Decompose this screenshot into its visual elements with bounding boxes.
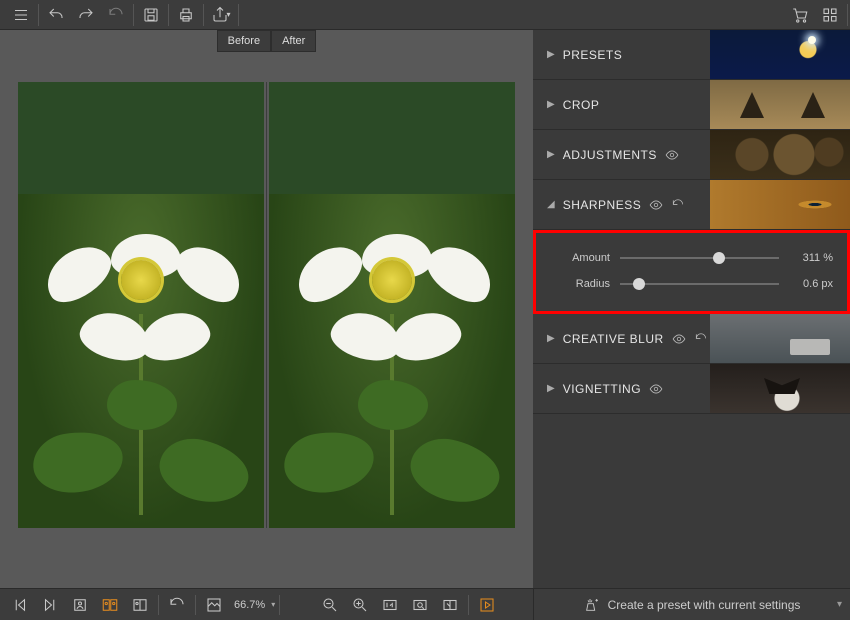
amount-value: 311 %: [779, 252, 833, 264]
zoom-value[interactable]: 66.7%: [230, 599, 269, 611]
canvas-area: Before After: [0, 30, 533, 588]
menu-icon[interactable]: [6, 0, 36, 30]
disclosure-icon: ▶: [547, 333, 555, 344]
disclosure-icon: ▶: [547, 49, 555, 60]
radius-slider[interactable]: [620, 277, 779, 291]
visibility-icon[interactable]: [665, 147, 679, 162]
print-icon[interactable]: [171, 0, 201, 30]
cart-icon[interactable]: [785, 0, 815, 30]
radius-value: 0.6 px: [779, 278, 833, 290]
visibility-icon[interactable]: [649, 381, 663, 396]
zoom-in-icon[interactable]: [346, 591, 374, 619]
panel-adjust[interactable]: ▶ ADJUSTMENTS: [533, 130, 850, 180]
before-view[interactable]: [18, 82, 264, 528]
disclosure-icon: ▶: [547, 149, 555, 160]
panel-crop[interactable]: ▶ CROP: [533, 80, 850, 130]
visibility-icon[interactable]: [672, 331, 686, 346]
zoom-fit-icon[interactable]: [406, 591, 434, 619]
amount-slider[interactable]: [620, 251, 779, 265]
share-icon[interactable]: ▾: [206, 0, 236, 30]
panel-label: ADJUSTMENTS: [563, 148, 657, 162]
reset-panel-icon[interactable]: [694, 331, 708, 346]
disclosure-icon: ▶: [547, 99, 555, 110]
panel-creative[interactable]: ▶ CREATIVE BLUR: [533, 314, 850, 364]
panel-label: CROP: [563, 98, 600, 112]
disclosure-icon: ◢: [547, 199, 555, 210]
panel-label: CREATIVE BLUR: [563, 332, 664, 346]
visibility-icon[interactable]: [649, 197, 663, 212]
panel-thumbnail: [710, 30, 850, 79]
panel-sharpness[interactable]: ◢ SHARPNESS: [533, 180, 850, 230]
after-label: After: [271, 30, 316, 52]
quick-export-icon[interactable]: [473, 591, 501, 619]
save-icon[interactable]: [136, 0, 166, 30]
panel-thumbnail: [710, 80, 850, 129]
panel-thumbnail: [710, 130, 850, 179]
right-panel: ▶ PRESETS ▶ CROP ▶ ADJUSTMENTS ◢ SHARPNESS Amoun…: [533, 30, 850, 588]
disclosure-icon: ▶: [547, 383, 555, 394]
panel-thumbnail: [710, 180, 850, 229]
top-toolbar: ▾: [0, 0, 850, 30]
reset-panel-icon[interactable]: [671, 197, 685, 212]
split-view-icon[interactable]: [126, 591, 154, 619]
zoom-100-icon[interactable]: [376, 591, 404, 619]
before-label: Before: [217, 30, 271, 52]
navigator-icon[interactable]: [436, 591, 464, 619]
batch-grid-icon[interactable]: [815, 0, 845, 30]
reset-icon[interactable]: [101, 0, 131, 30]
create-preset-label: Create a preset with current settings: [608, 598, 801, 612]
undo-icon[interactable]: [41, 0, 71, 30]
first-image-icon[interactable]: [6, 591, 34, 619]
redo-icon[interactable]: [71, 0, 101, 30]
chevron-down-icon[interactable]: ▾: [837, 599, 842, 610]
panel-presets[interactable]: ▶ PRESETS: [533, 30, 850, 80]
bottom-toolbar: 66.7%▾: [0, 588, 533, 620]
panel-thumbnail: [710, 314, 850, 363]
panel-label: VIGNETTING: [563, 382, 641, 396]
panel-vignetting[interactable]: ▶ VIGNETTING: [533, 364, 850, 414]
radius-label: Radius: [550, 278, 610, 290]
amount-label: Amount: [550, 252, 610, 264]
sharpness-controls: Amount 311 % Radius 0.6 px: [533, 230, 850, 314]
single-view-icon[interactable]: [66, 591, 94, 619]
rotate-icon[interactable]: [163, 591, 191, 619]
next-image-icon[interactable]: [36, 591, 64, 619]
compare-view-icon[interactable]: [96, 591, 124, 619]
panel-label: PRESETS: [563, 48, 623, 62]
panel-thumbnail: [710, 364, 850, 413]
create-preset-button[interactable]: Create a preset with current settings ▾: [533, 588, 850, 620]
panel-label: SHARPNESS: [563, 198, 642, 212]
zoom-out-icon[interactable]: [316, 591, 344, 619]
fit-icon[interactable]: [200, 591, 228, 619]
after-view[interactable]: [269, 82, 515, 528]
